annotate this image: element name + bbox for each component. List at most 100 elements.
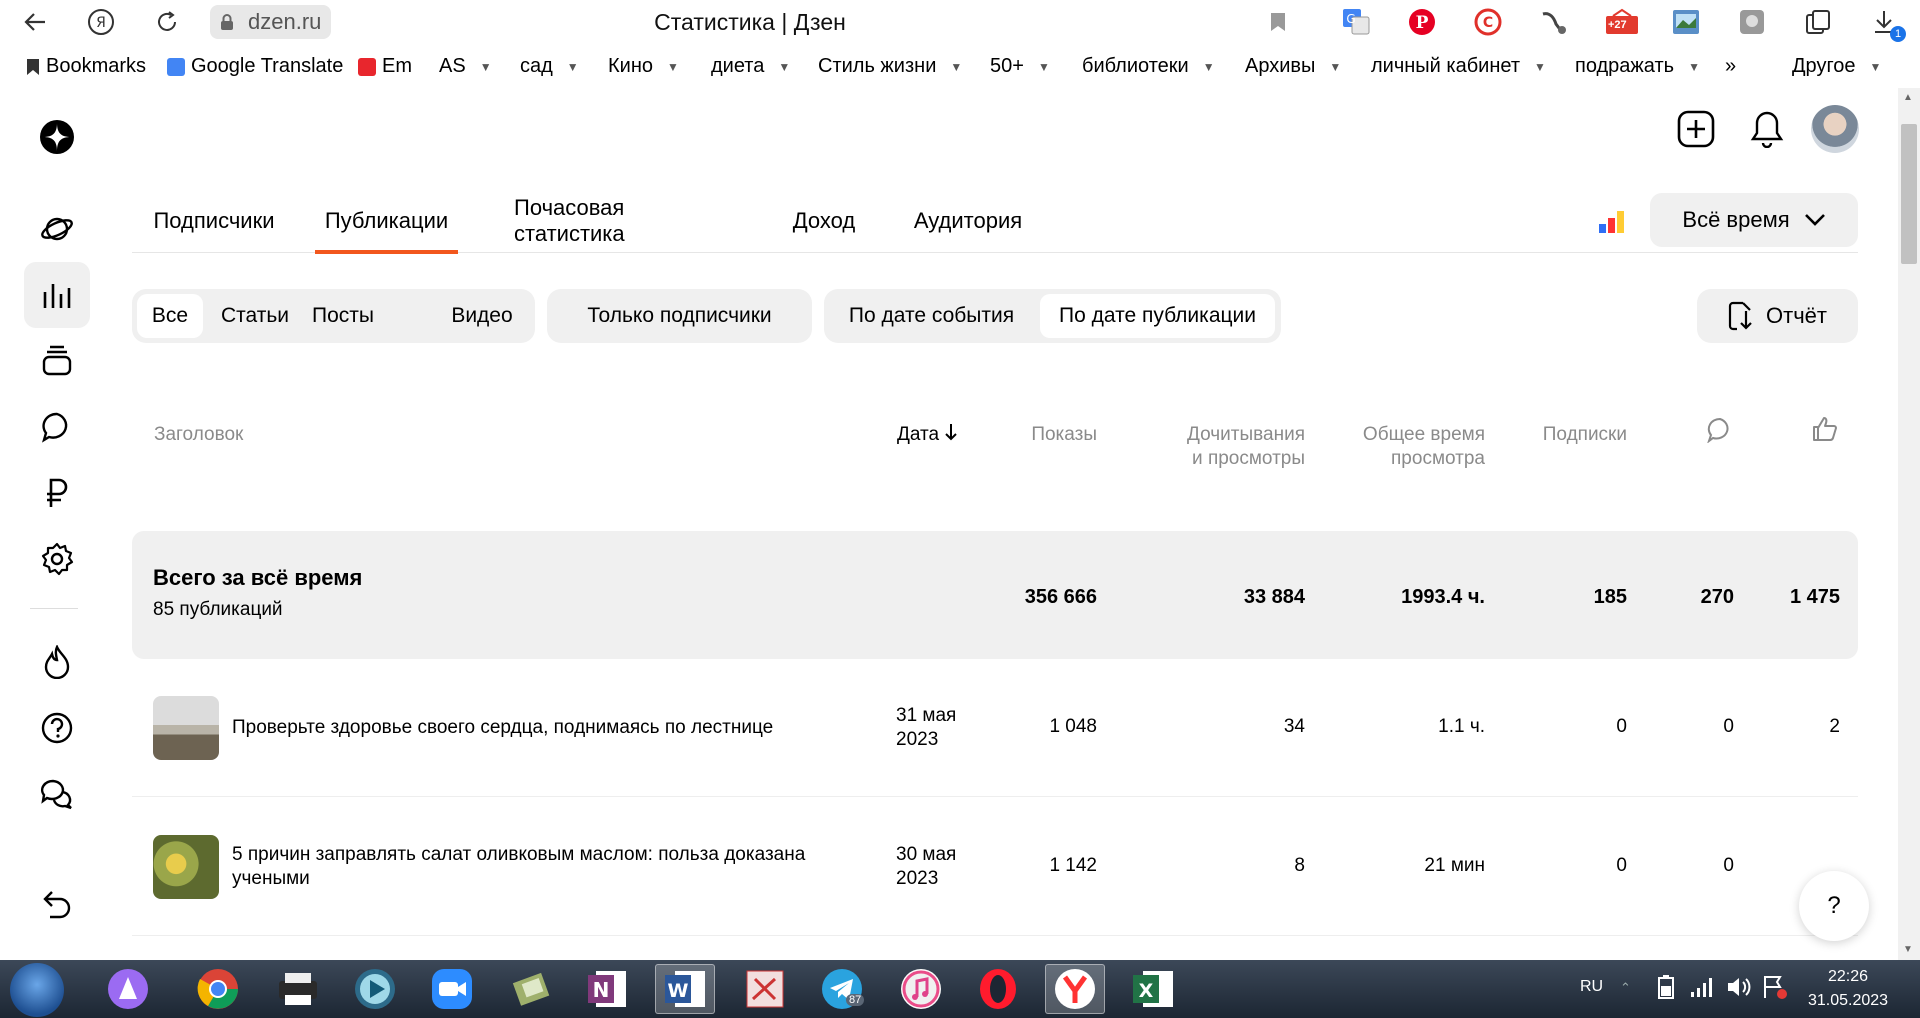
bookmark-folder-as[interactable]: AS ▼ xyxy=(439,55,492,78)
yandex-browser-app-icon[interactable] xyxy=(1045,964,1105,1014)
alice-app-icon[interactable] xyxy=(98,964,158,1014)
table-row[interactable]: 5 причин заправлять салат оливковым масл… xyxy=(132,798,1858,936)
opera-app-icon[interactable] xyxy=(968,964,1028,1014)
clock-date[interactable]: 31.05.2023 xyxy=(1808,992,1888,1010)
word-app-icon[interactable]: W xyxy=(655,964,715,1014)
col-header-views[interactable]: Показы xyxy=(1000,423,1097,447)
filter-articles[interactable]: Статьи xyxy=(215,294,295,338)
bookmark-folder-style[interactable]: Стиль жизни ▼ xyxy=(818,55,962,78)
col-header-date[interactable]: Дата xyxy=(897,423,958,447)
notifications-button[interactable] xyxy=(1743,105,1791,153)
chrome-app-icon[interactable] xyxy=(188,964,248,1014)
table-row[interactable] xyxy=(132,937,1858,960)
scroll-thumb[interactable] xyxy=(1901,124,1917,264)
table-row[interactable]: Проверьте здоровье своего сердца, подним… xyxy=(132,659,1858,797)
bookmark-folder-50plus[interactable]: 50+ ▼ xyxy=(990,55,1050,78)
google-translate-icon[interactable]: G xyxy=(1340,6,1372,38)
chat-icon[interactable] xyxy=(24,761,90,827)
action-center-flag-icon[interactable] xyxy=(1762,974,1788,1005)
itunes-app-icon[interactable] xyxy=(891,964,951,1014)
bookmark-item-bookmarks[interactable]: Bookmarks xyxy=(26,55,146,78)
volume-icon[interactable] xyxy=(1726,975,1752,1004)
battery-icon[interactable] xyxy=(1655,974,1677,1005)
acrobat-app-icon[interactable] xyxy=(735,964,795,1014)
col-header-subs[interactable]: Подписки xyxy=(1520,423,1627,447)
subscribers-only-toggle[interactable]: Только подписчики xyxy=(547,289,812,343)
help-floating-button[interactable]: ? xyxy=(1799,871,1869,941)
row-title[interactable]: Проверьте здоровье своего сердца, подним… xyxy=(232,716,832,740)
copyright-icon[interactable]: C xyxy=(1472,6,1504,38)
dzen-logo-icon[interactable] xyxy=(24,104,90,170)
bookmark-folder-archives[interactable]: Архивы ▼ xyxy=(1245,55,1341,78)
mail-ext-icon[interactable]: +27 xyxy=(1604,6,1640,38)
undo-return-icon[interactable] xyxy=(24,872,90,938)
help-circle-icon[interactable] xyxy=(24,695,90,761)
bookmark-folder-other[interactable]: Другое ▼ xyxy=(1792,55,1881,78)
tab-income[interactable]: Доход xyxy=(792,188,856,253)
comments-icon[interactable] xyxy=(24,394,90,460)
period-dropdown[interactable]: Всё время xyxy=(1650,193,1858,247)
image-ext-icon[interactable] xyxy=(1670,6,1702,38)
excel-app-icon[interactable]: X xyxy=(1123,964,1183,1014)
filter-all[interactable]: Все xyxy=(137,294,203,338)
col-header-reads[interactable]: Дочитывания и просмотры xyxy=(1150,423,1305,471)
tab-label: Публикации xyxy=(324,207,449,233)
tray-arrow-icon[interactable]: ⌃ xyxy=(1620,980,1631,996)
filter-video[interactable]: Видео xyxy=(442,294,522,338)
filter-label: Видео xyxy=(451,304,513,327)
printer-app-icon[interactable] xyxy=(268,964,328,1014)
telegram-app-icon[interactable]: 87 xyxy=(812,964,872,1014)
pipe-icon[interactable] xyxy=(1538,6,1570,38)
collections-icon[interactable] xyxy=(1802,6,1834,38)
col-header-time[interactable]: Общее время просмотра xyxy=(1340,423,1485,471)
filter-by-publish-date[interactable]: По дате публикации xyxy=(1040,294,1275,338)
screenshot-ext-icon[interactable] xyxy=(1736,6,1768,38)
page-scrollbar[interactable]: ▲ ▼ xyxy=(1898,88,1920,960)
publications-stack-icon[interactable] xyxy=(24,328,90,394)
bookmark-folder-sad[interactable]: сад ▼ xyxy=(520,55,579,78)
bookmark-folder-cabinet[interactable]: личный кабинет ▼ xyxy=(1371,55,1546,78)
bookmark-folder-dieta[interactable]: диета ▼ xyxy=(711,55,790,78)
tab-subscribers[interactable]: Подписчики xyxy=(150,188,278,253)
network-signal-icon[interactable] xyxy=(1690,976,1714,1003)
filter-by-event-date[interactable]: По дате события xyxy=(829,294,1034,338)
filter-posts[interactable]: Посты xyxy=(305,294,381,338)
bookmarks-more-button[interactable]: » xyxy=(1725,55,1736,78)
tab-audience[interactable]: Аудитория xyxy=(914,188,1022,253)
bookmark-folder-imitate[interactable]: подражать ▼ xyxy=(1575,55,1700,78)
col-header-title[interactable]: Заголовок xyxy=(154,423,243,447)
article-thumbnail[interactable] xyxy=(153,696,219,760)
metrica-icon[interactable] xyxy=(1598,210,1626,234)
bookmark-folder-libraries[interactable]: библиотеки ▼ xyxy=(1082,55,1215,78)
clock-time[interactable]: 22:26 xyxy=(1828,968,1868,986)
language-indicator[interactable]: RU xyxy=(1580,978,1603,996)
downloads-icon[interactable]: 1 xyxy=(1868,6,1906,42)
bookmark-item-google-translate[interactable]: Google Translate xyxy=(167,55,343,78)
create-post-button[interactable] xyxy=(1672,105,1720,153)
col-header-likes[interactable] xyxy=(1812,416,1838,449)
filter-label: Посты xyxy=(312,304,374,327)
bookmark-icon[interactable] xyxy=(1262,6,1294,38)
tab-hourly-stats[interactable]: Почасовая статистика xyxy=(514,188,734,253)
flame-icon[interactable] xyxy=(24,629,90,695)
scroll-up-icon[interactable]: ▲ xyxy=(1903,92,1913,103)
ruble-icon[interactable] xyxy=(24,460,90,526)
tab-publications[interactable]: Публикации xyxy=(315,188,458,254)
onenote-app-icon[interactable]: N xyxy=(578,964,638,1014)
row-title[interactable]: 5 причин заправлять салат оливковым масл… xyxy=(232,843,832,891)
utility-app-icon[interactable] xyxy=(502,964,562,1014)
settings-gear-icon[interactable] xyxy=(24,526,90,592)
col-header-comments[interactable] xyxy=(1707,417,1733,450)
bookmark-folder-kino[interactable]: Кино ▼ xyxy=(608,55,679,78)
report-button[interactable]: Отчёт xyxy=(1697,289,1858,343)
start-button[interactable] xyxy=(10,963,64,1017)
media-player-icon[interactable] xyxy=(345,964,405,1014)
planet-icon[interactable] xyxy=(24,196,90,262)
article-thumbnail[interactable] xyxy=(153,835,219,899)
scroll-down-icon[interactable]: ▼ xyxy=(1903,944,1913,955)
stats-icon[interactable] xyxy=(24,262,90,328)
avatar[interactable] xyxy=(1811,105,1859,153)
pinterest-icon[interactable]: P xyxy=(1406,6,1438,38)
bookmark-item-em[interactable]: Em xyxy=(358,55,412,78)
zoom-app-icon[interactable] xyxy=(422,964,482,1014)
